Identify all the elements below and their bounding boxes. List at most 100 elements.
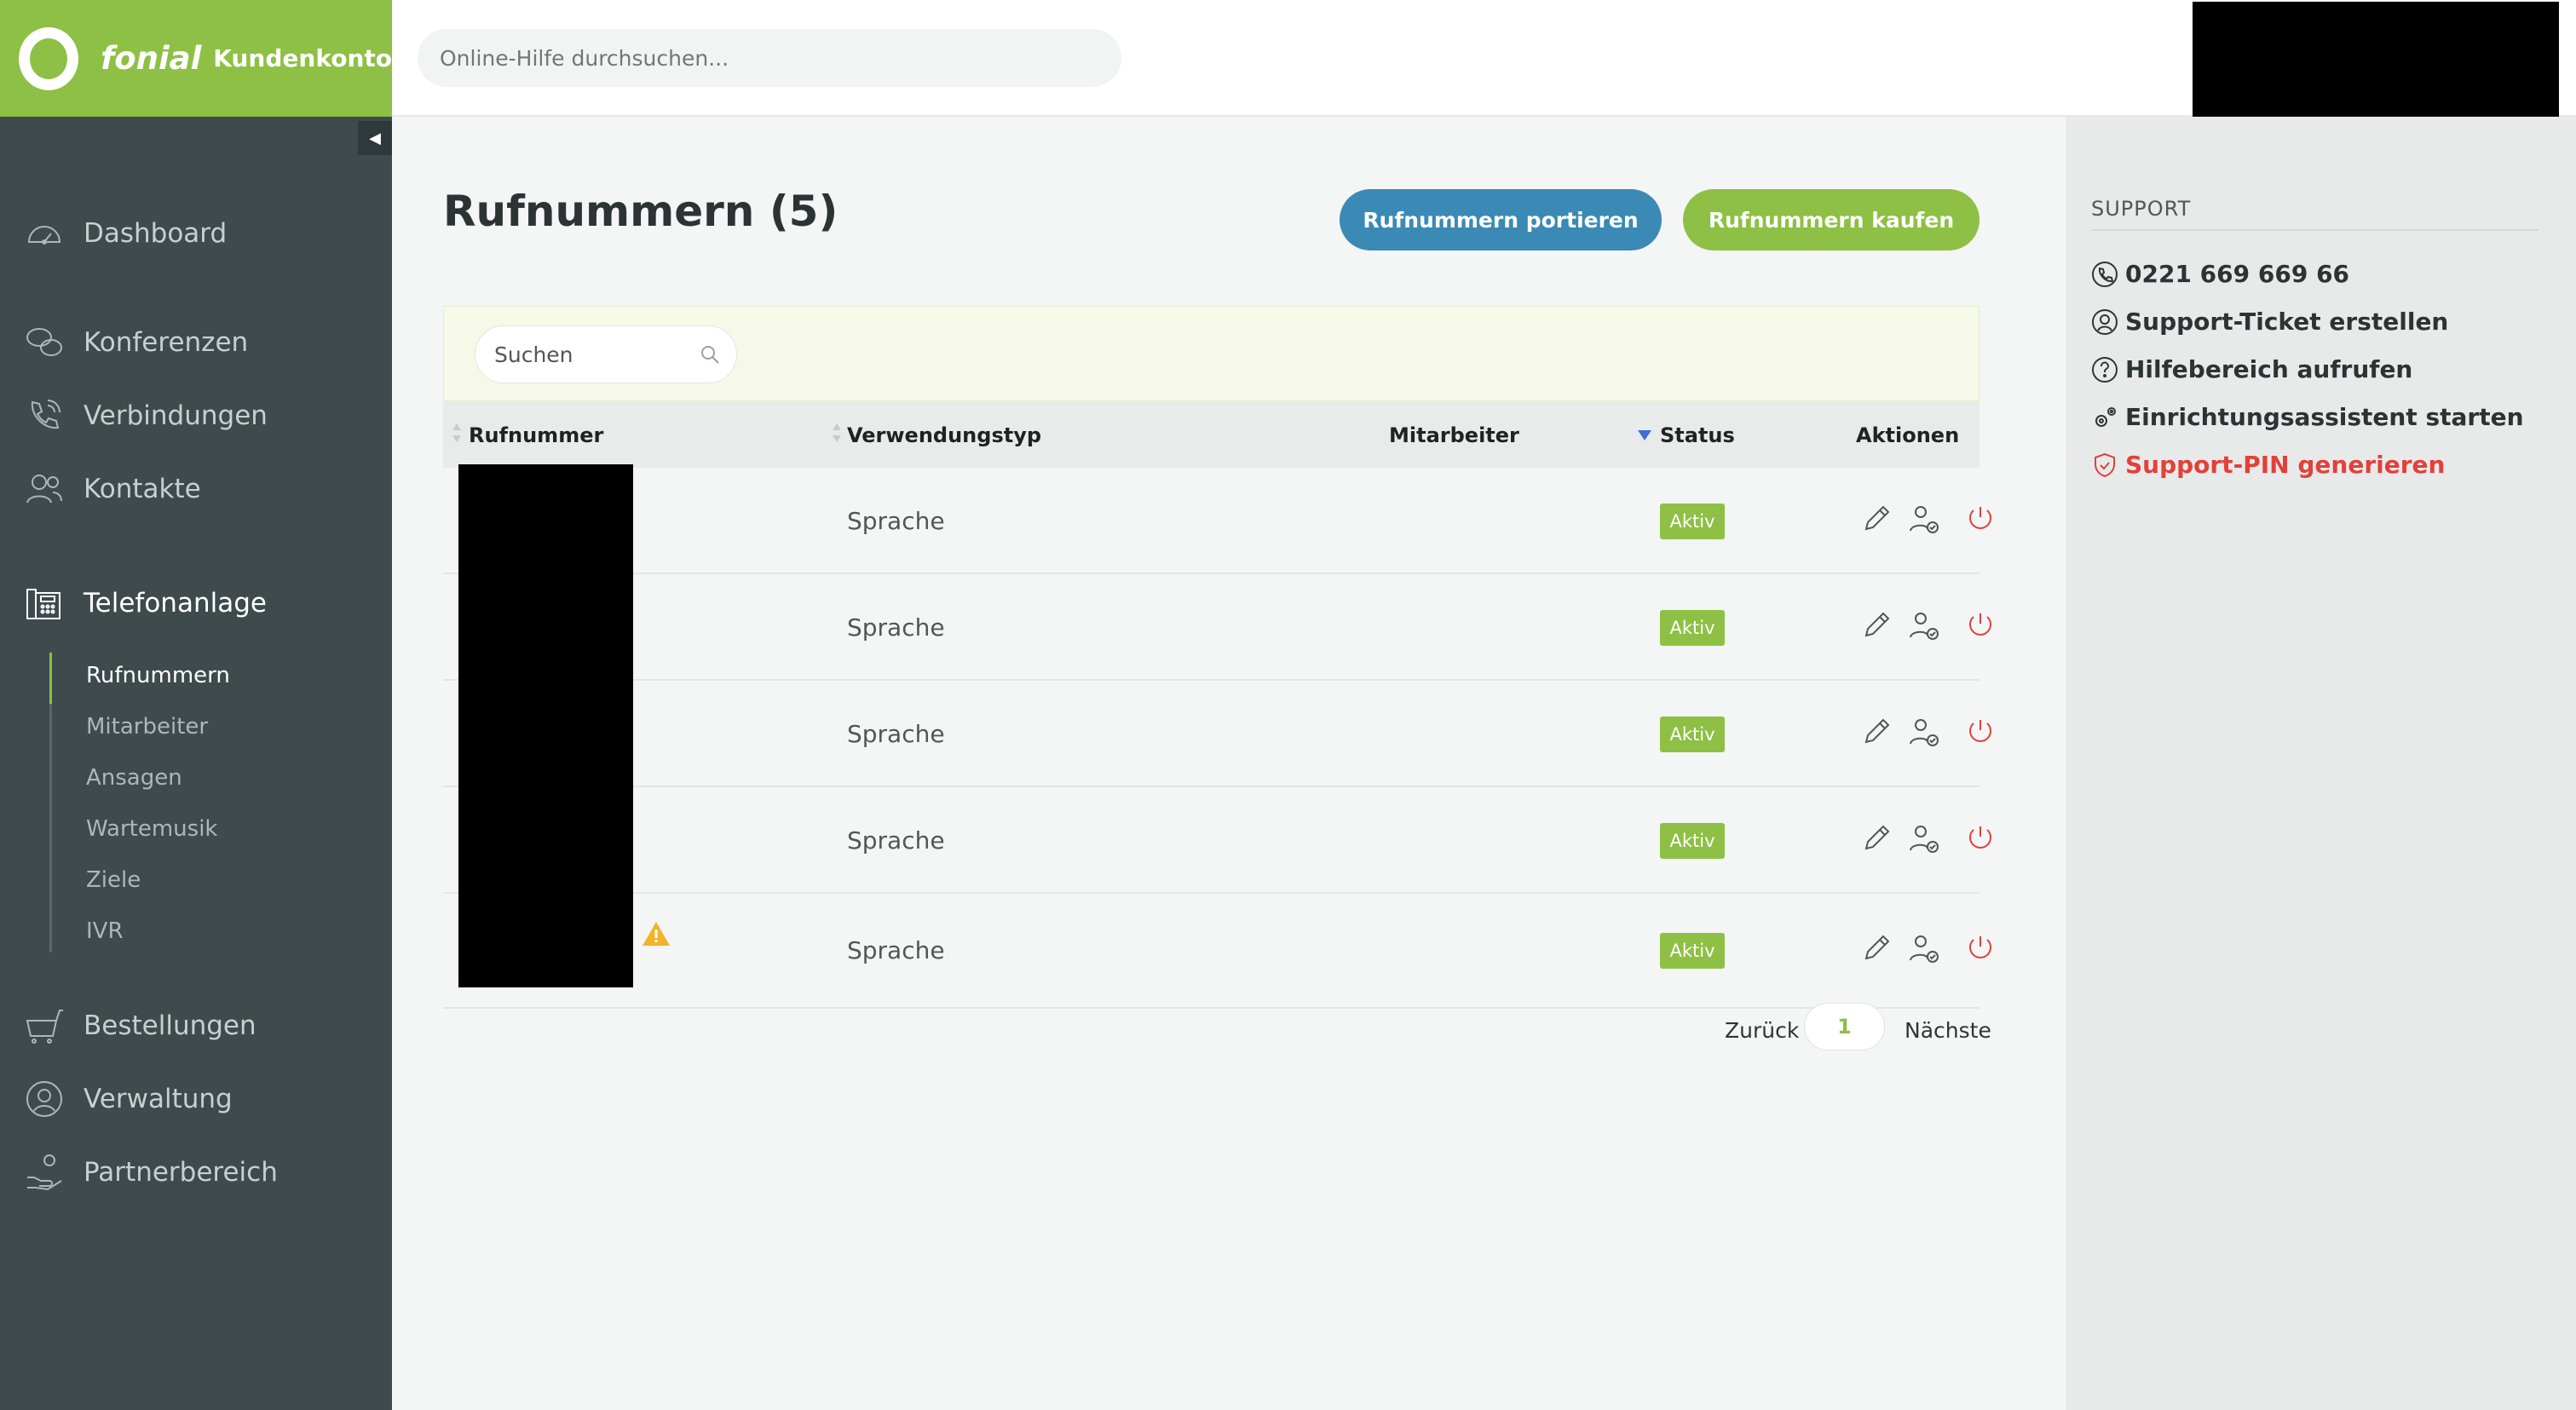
table-row[interactable]: Sprache Aktiv bbox=[443, 468, 1991, 574]
support-ticket-label: Support-Ticket erstellen bbox=[2125, 308, 2449, 336]
subnav-item-ansagen[interactable]: Ansagen bbox=[86, 765, 182, 791]
brand-subtitle: Kundenkonto bbox=[213, 44, 392, 72]
support-phone-label: 0221 669 669 66 bbox=[2125, 260, 2350, 288]
page-title: Rufnummern (5) bbox=[443, 187, 838, 236]
sidebar-item-verwaltung[interactable]: Verwaltung bbox=[24, 1079, 233, 1119]
table-row[interactable]: Sprache Aktiv bbox=[443, 574, 1991, 681]
sidebar: fonial Kundenkonto ◀ Dashboard Konferenz… bbox=[0, 0, 392, 1410]
sidebar-item-label: Verbindungen bbox=[84, 400, 268, 431]
sidebar-item-label: Konferenzen bbox=[84, 327, 249, 358]
table-search-placeholder: Suchen bbox=[494, 342, 573, 367]
edit-pencil-icon[interactable] bbox=[1859, 821, 1893, 855]
status-badge: Aktiv bbox=[1660, 717, 1725, 752]
telefonanlage-subnav: Rufnummern Mitarbeiter Ansagen Wartemusi… bbox=[49, 653, 230, 952]
contacts-icon bbox=[26, 475, 62, 504]
edit-pencil-icon[interactable] bbox=[1859, 502, 1893, 536]
buy-numbers-button[interactable]: Rufnummern kaufen bbox=[1683, 189, 1980, 250]
chat-bubbles-icon bbox=[26, 328, 62, 356]
power-off-icon[interactable] bbox=[1963, 502, 1997, 536]
support-help-link[interactable]: Hilfebereich aufrufen bbox=[2091, 355, 2412, 383]
sidebar-item-label: Telefonanlage bbox=[84, 588, 267, 619]
sidebar-item-label: Kontakte bbox=[84, 474, 201, 504]
table-search-input[interactable]: Suchen bbox=[475, 325, 737, 383]
brand-header[interactable]: fonial Kundenkonto bbox=[0, 0, 392, 117]
subnav-item-ivr[interactable]: IVR bbox=[86, 918, 124, 944]
power-off-icon[interactable] bbox=[1963, 931, 1997, 965]
power-off-icon[interactable] bbox=[1963, 715, 1997, 749]
support-pin-link[interactable]: Support-PIN generieren bbox=[2091, 451, 2445, 479]
subnav-item-wartemusik[interactable]: Wartemusik bbox=[86, 816, 218, 842]
support-title: SUPPORT bbox=[2091, 197, 2192, 221]
table-filter-bar: Suchen bbox=[443, 306, 1980, 401]
subnav-item-rufnummern[interactable]: Rufnummern bbox=[86, 663, 230, 688]
usage-type-cell: Sprache bbox=[847, 507, 945, 535]
status-badge: Aktiv bbox=[1660, 504, 1725, 539]
sidebar-item-partnerbereich[interactable]: Partnerbereich bbox=[24, 1152, 278, 1193]
column-header-status[interactable]: Status bbox=[1660, 423, 1735, 447]
status-badge: Aktiv bbox=[1660, 933, 1725, 969]
support-agent-icon bbox=[2092, 308, 2118, 335]
table-row[interactable]: Sprache Aktiv bbox=[443, 681, 1991, 787]
table-row[interactable]: Sprache Aktiv bbox=[443, 787, 1991, 894]
column-header-aktionen: Aktionen bbox=[1856, 423, 1960, 447]
sidebar-item-label: Bestellungen bbox=[84, 1010, 256, 1041]
power-off-icon[interactable] bbox=[1963, 821, 1997, 855]
sidebar-item-label: Dashboard bbox=[84, 218, 228, 249]
assign-user-icon[interactable] bbox=[1907, 715, 1941, 749]
pager-next-link[interactable]: Nächste bbox=[1905, 1018, 1991, 1043]
status-badge: Aktiv bbox=[1660, 610, 1725, 646]
usage-type-cell: Sprache bbox=[847, 720, 945, 748]
speedometer-icon bbox=[27, 226, 61, 245]
support-divider bbox=[2091, 229, 2539, 231]
sidebar-item-dashboard[interactable]: Dashboard bbox=[24, 213, 227, 254]
sidebar-item-label: Verwaltung bbox=[84, 1084, 233, 1114]
port-numbers-button[interactable]: Rufnummern portieren bbox=[1340, 189, 1662, 250]
question-icon bbox=[2092, 356, 2118, 383]
support-help-label: Hilfebereich aufrufen bbox=[2125, 355, 2413, 383]
sort-arrows-icon[interactable] bbox=[832, 420, 842, 446]
sort-arrows-icon[interactable] bbox=[452, 420, 462, 446]
partner-icon bbox=[27, 1154, 62, 1191]
sidebar-collapse-button[interactable]: ◀ bbox=[358, 121, 392, 155]
sidebar-item-kontakte[interactable]: Kontakte bbox=[24, 469, 201, 509]
brand-name: fonial bbox=[101, 40, 202, 77]
subnav-item-ziele[interactable]: Ziele bbox=[86, 867, 141, 893]
sidebar-item-konferenzen[interactable]: Konferenzen bbox=[24, 322, 248, 363]
redacted-account-area bbox=[2193, 2, 2559, 134]
cart-icon bbox=[26, 1010, 63, 1044]
power-off-icon[interactable] bbox=[1963, 608, 1997, 642]
column-header-rufnummer[interactable]: Rufnummer bbox=[469, 423, 603, 447]
assign-user-icon[interactable] bbox=[1907, 608, 1941, 642]
assign-user-icon[interactable] bbox=[1907, 821, 1941, 855]
usage-type-cell: Sprache bbox=[847, 613, 945, 642]
gears-icon bbox=[2095, 406, 2116, 427]
edit-pencil-icon[interactable] bbox=[1859, 931, 1893, 965]
assign-user-icon[interactable] bbox=[1907, 931, 1941, 965]
edit-pencil-icon[interactable] bbox=[1859, 715, 1893, 749]
support-assistant-link[interactable]: Einrichtungsassistent starten bbox=[2091, 403, 2524, 431]
pager-prev-link[interactable]: Zurück bbox=[1725, 1018, 1799, 1043]
support-panel: SUPPORT 0221 669 669 66 Support-Ticket e… bbox=[2066, 117, 2576, 1410]
status-badge: Aktiv bbox=[1660, 823, 1725, 859]
assign-user-icon[interactable] bbox=[1907, 502, 1941, 536]
sort-desc-icon[interactable] bbox=[1638, 430, 1651, 440]
shield-icon bbox=[2095, 452, 2115, 477]
edit-pencil-icon[interactable] bbox=[1859, 608, 1893, 642]
subnav-item-mitarbeiter[interactable]: Mitarbeiter bbox=[86, 714, 208, 740]
table-row[interactable]: Sprache Aktiv bbox=[443, 894, 1991, 1009]
sidebar-item-label: Partnerbereich bbox=[84, 1157, 278, 1188]
user-circle-icon bbox=[26, 1081, 62, 1117]
usage-type-cell: Sprache bbox=[847, 826, 945, 855]
support-phone-link[interactable]: 0221 669 669 66 bbox=[2091, 260, 2349, 288]
redacted-phone-numbers bbox=[458, 464, 633, 987]
pager-current-page[interactable]: 1 bbox=[1804, 1003, 1885, 1050]
support-ticket-link[interactable]: Support-Ticket erstellen bbox=[2091, 308, 2448, 336]
sidebar-item-telefonanlage[interactable]: Telefonanlage bbox=[24, 583, 267, 624]
sidebar-item-verbindungen[interactable]: Verbindungen bbox=[24, 395, 268, 436]
main-content: Rufnummern (5) Rufnummern portieren Rufn… bbox=[392, 117, 2066, 1410]
column-header-verwendungstyp[interactable]: Verwendungstyp bbox=[847, 423, 1041, 447]
fonial-logo-icon bbox=[19, 26, 79, 90]
help-search-input[interactable] bbox=[418, 29, 1121, 87]
sidebar-item-bestellungen[interactable]: Bestellungen bbox=[24, 1005, 256, 1046]
warning-icon[interactable] bbox=[641, 920, 671, 947]
